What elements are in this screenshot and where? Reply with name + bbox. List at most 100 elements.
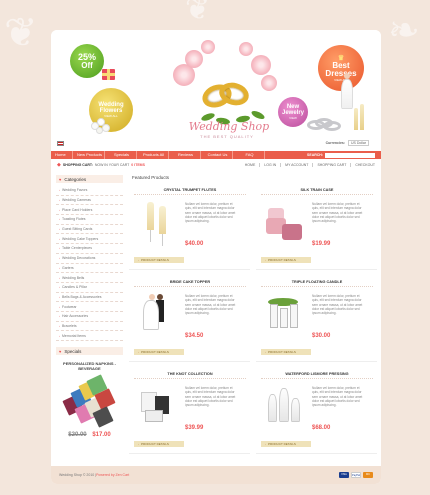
category-label: Wedding Cameras bbox=[62, 198, 91, 203]
category-item[interactable]: › Hair Accessories bbox=[56, 312, 123, 322]
product-details-button[interactable]: › PRODUCT DETAILS bbox=[261, 257, 311, 263]
toplink-home[interactable]: HOME bbox=[241, 163, 256, 167]
product-price: $30.00 bbox=[312, 333, 331, 339]
category-item[interactable]: › Bells Bags & Accessories bbox=[56, 293, 123, 303]
product-card: THE KNOT COLLECTION Nullam vel lorem dol… bbox=[129, 368, 250, 454]
floating-candle-image[interactable] bbox=[264, 290, 304, 342]
currency-bar: Currencies: US Dollar bbox=[51, 138, 381, 148]
product-description: Nullam vel lorem dolor, pretium et quis,… bbox=[185, 294, 236, 316]
product-details-button[interactable]: › PRODUCT DETAILS bbox=[134, 349, 184, 355]
product-title[interactable]: BRIDE CAKE TOPPER bbox=[134, 280, 246, 287]
arrow-icon: › bbox=[59, 304, 60, 309]
cake-topper-image[interactable] bbox=[137, 290, 177, 342]
product-title[interactable]: TRIPLE FLOATING CANDLE bbox=[261, 280, 373, 287]
product-title[interactable]: THE KNOT COLLECTION bbox=[134, 372, 246, 379]
category-item[interactable]: › Guest Sitting Cards bbox=[56, 225, 123, 235]
category-item[interactable]: › Bracelets bbox=[56, 322, 123, 332]
arrow-icon: › bbox=[59, 246, 60, 251]
nav-contact-us[interactable]: Contact Us bbox=[201, 151, 233, 159]
product-description: Nullam vel lorem dolor, pretium et quis,… bbox=[185, 202, 236, 224]
toplink-cart[interactable]: SHOPPING CART bbox=[312, 162, 346, 167]
categories-title: Categories bbox=[64, 176, 87, 182]
train-case-image[interactable] bbox=[264, 198, 304, 250]
category-item[interactable]: › Candles & Pillar bbox=[56, 283, 123, 293]
category-label: Bells Bags & Accessories bbox=[62, 294, 102, 299]
category-item[interactable]: › Memorial Items bbox=[56, 331, 123, 341]
category-item[interactable]: › Wedding Bells bbox=[56, 273, 123, 283]
category-item[interactable]: › Wedding Favors bbox=[56, 186, 123, 196]
category-label: Wedding Favors bbox=[62, 188, 88, 193]
knot-collection-image[interactable] bbox=[137, 382, 177, 434]
napkins-image[interactable] bbox=[61, 373, 117, 430]
category-label: Garters bbox=[62, 265, 74, 270]
toplink-login[interactable]: LOG IN bbox=[259, 162, 276, 167]
product-details-button[interactable]: › PRODUCT DETAILS bbox=[134, 257, 184, 263]
specials-header: ♥ Specials bbox=[56, 347, 123, 355]
nav-reviews[interactable]: Reviews bbox=[169, 151, 201, 159]
product-title[interactable]: SILK TRAIN CASE bbox=[261, 188, 373, 195]
toplink-checkout[interactable]: CHECKOUT bbox=[350, 162, 375, 167]
footer-powered-link[interactable]: Powered by Zen Cart bbox=[96, 473, 129, 477]
category-label: Candles & Pillar bbox=[62, 285, 87, 290]
category-label: Table Centerpieces bbox=[62, 246, 92, 251]
arrow-icon: › bbox=[59, 285, 60, 290]
category-item[interactable]: › Place Card Holders bbox=[56, 205, 123, 216]
product-price: $19.99 bbox=[312, 241, 331, 247]
arrow-icon: › bbox=[265, 350, 266, 354]
promo-25-off-badge[interactable]: 25% Off bbox=[70, 44, 104, 78]
category-list: › Wedding Favors › Wedding Cameras › Place … bbox=[56, 183, 123, 341]
special-prices: $20.00 $17.00 bbox=[56, 432, 123, 438]
waterford-vases-image[interactable] bbox=[264, 382, 304, 434]
product-details-button[interactable]: › PRODUCT DETAILS bbox=[134, 441, 184, 447]
category-item[interactable]: › Wedding Decorations bbox=[56, 254, 123, 264]
specials-box: ♥ Specials PERSONALIZED NAPKINS - BEVERA… bbox=[56, 347, 123, 438]
nav-specials[interactable]: Specials bbox=[105, 151, 137, 159]
category-item[interactable]: › Wedding Cameras bbox=[56, 196, 123, 206]
paypal-icon: PayPal bbox=[351, 472, 361, 478]
arrow-icon: › bbox=[59, 188, 60, 193]
footer-copyright: Wedding Shop © 2010 | bbox=[59, 473, 97, 477]
category-item[interactable]: › Table Centerpieces bbox=[56, 244, 123, 254]
toplink-account[interactable]: MY ACCOUNT bbox=[280, 162, 308, 167]
product-title[interactable]: CRYSTAL TRUMPET FLUTES bbox=[134, 188, 246, 195]
category-item[interactable]: › Toasting Flutes bbox=[56, 215, 123, 225]
search-input[interactable] bbox=[325, 152, 375, 158]
champagne-glasses-image bbox=[354, 100, 366, 130]
product-card: TRIPLE FLOATING CANDLE Nullam vel lorem … bbox=[256, 276, 377, 362]
arrow-icon: › bbox=[59, 207, 60, 212]
special-product-title[interactable]: PERSONALIZED NAPKINS - BEVERAGE bbox=[56, 361, 123, 372]
arrow-icon: › bbox=[138, 442, 139, 446]
product-details-button[interactable]: › PRODUCT DETAILS bbox=[261, 349, 311, 355]
champagne-flutes-image[interactable] bbox=[137, 198, 177, 250]
currency-label: Currencies: bbox=[325, 141, 346, 145]
cart-icon: ◆ bbox=[57, 161, 61, 168]
promo-new-jewelry-badge[interactable]: New Jewelry VIEW bbox=[278, 97, 308, 127]
cart-summary[interactable]: ◆ SHOPPING CART: NOW IN YOUR CART 0 ITEM… bbox=[57, 162, 145, 168]
nav-new-products[interactable]: New Products bbox=[73, 151, 105, 159]
product-card: WATERFORD LISMORE PRESSING Nullam vel lo… bbox=[256, 368, 377, 454]
category-item[interactable]: › Garters bbox=[56, 264, 123, 274]
special-old-price: $20.00 bbox=[68, 431, 87, 438]
category-item[interactable]: › Footwear bbox=[56, 302, 123, 312]
category-label: Guest Sitting Cards bbox=[62, 227, 93, 232]
featured-title: Featured Products bbox=[132, 175, 170, 180]
nav-home[interactable]: Home bbox=[51, 151, 73, 159]
product-details-button[interactable]: › PRODUCT DETAILS bbox=[261, 441, 311, 447]
product-description: Nullam vel lorem dolor, pretium et quis,… bbox=[312, 386, 363, 408]
gift-box-icon bbox=[102, 69, 115, 80]
arrow-icon: › bbox=[59, 275, 60, 280]
arrow-icon: › bbox=[138, 258, 139, 262]
product-price: $34.50 bbox=[185, 333, 204, 339]
nav-products-all[interactable]: Products All bbox=[137, 151, 169, 159]
bangles-image bbox=[307, 114, 345, 134]
category-item[interactable]: › Wedding Cake Toppers bbox=[56, 234, 123, 245]
currency-select[interactable]: US Dollar bbox=[348, 140, 369, 146]
arrow-icon: › bbox=[59, 333, 60, 338]
product-title[interactable]: WATERFORD LISMORE PRESSING bbox=[261, 372, 373, 379]
category-label: Wedding Bells bbox=[62, 275, 85, 280]
nav-faq[interactable]: FAQ bbox=[233, 151, 265, 159]
category-label: Footwear bbox=[62, 304, 77, 309]
product-description: Nullam vel lorem dolor, pretium et quis,… bbox=[312, 202, 363, 224]
ornament-top: ❦ bbox=[185, 0, 211, 27]
featured-products-section: Featured Products CRYSTAL TRUMPET FLUTES… bbox=[129, 175, 377, 454]
